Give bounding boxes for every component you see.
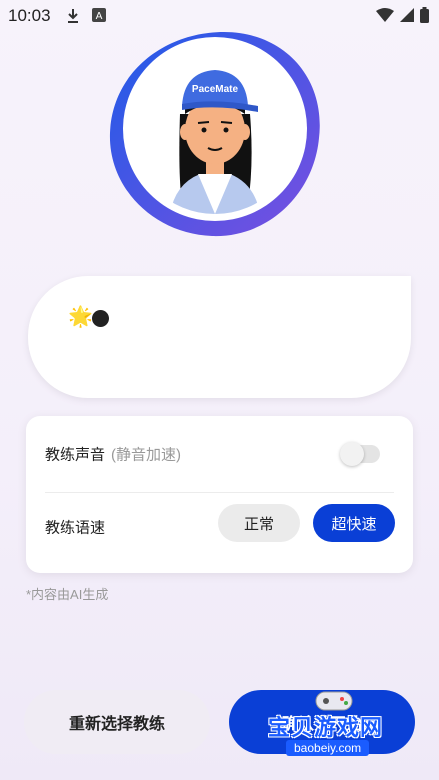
voice-label-text: 教练声音 <box>45 446 106 464</box>
sun-icon: 🌟 <box>68 306 93 328</box>
svg-text:A: A <box>96 11 103 22</box>
signal-icon <box>400 8 414 22</box>
coach-avatar: PaceMate <box>104 28 326 240</box>
battery-icon <box>420 7 429 23</box>
dot-icon <box>92 310 109 327</box>
keyboard-a-icon: A <box>92 8 106 22</box>
status-time: 10:03 <box>8 6 51 25</box>
voice-label: 教练声音 (静音加速) <box>45 444 181 465</box>
coach-illustration: PaceMate <box>170 70 260 214</box>
voice-hint: (静音加速) <box>111 446 182 464</box>
coach-speech-bubble: 🌟 <box>28 276 411 398</box>
watermark: 宝贝游戏网 baobeiy.com <box>262 682 412 774</box>
reselect-coach-button[interactable]: 重新选择教练 <box>24 690 210 754</box>
watermark-title: 宝贝游戏网 <box>268 715 384 740</box>
voice-setting-row: 教练声音 (静音加速) <box>45 416 394 493</box>
gamepad-icon <box>315 691 353 711</box>
cap-text: PaceMate <box>192 84 239 95</box>
toggle-knob <box>340 442 364 466</box>
coach-settings-card: 教练声音 (静音加速) 教练语速 正常 超快速 <box>26 416 413 573</box>
download-icon <box>68 9 78 23</box>
wifi-icon <box>376 8 394 22</box>
speed-normal-button[interactable]: 正常 <box>218 504 300 542</box>
speed-setting-row: 教练语速 正常 超快速 <box>45 493 395 573</box>
watermark-url: baobeiy.com <box>286 740 370 756</box>
ai-generated-note: *内容由AI生成 <box>26 587 109 602</box>
avatar-portrait: PaceMate <box>130 44 300 214</box>
voice-toggle[interactable] <box>340 442 380 466</box>
speed-fast-button[interactable]: 超快速 <box>313 504 395 542</box>
speed-label: 教练语速 <box>45 519 106 537</box>
